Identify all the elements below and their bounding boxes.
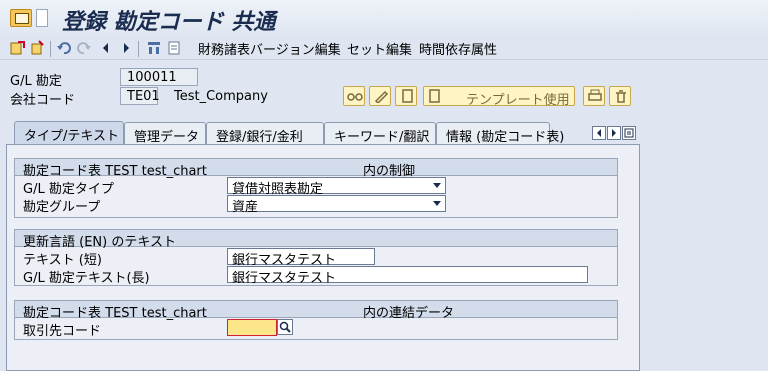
tab-label: 情報 (勘定コード表) (446, 130, 565, 145)
document-icon (429, 89, 440, 103)
glasses-icon (347, 93, 363, 101)
group-title-suffix: 内の連結データ (363, 306, 455, 321)
account-group-label: 勘定グループ (23, 200, 101, 215)
group-title: 更新言語 (EN) のテキスト (23, 235, 176, 250)
printer-icon (588, 89, 602, 101)
tab-scroll-left-icon[interactable] (592, 126, 606, 140)
redo-icon[interactable] (76, 40, 92, 56)
trading-partner-label: 取引先コード (23, 324, 102, 339)
other-object-icon[interactable] (30, 40, 46, 56)
next-icon[interactable] (118, 40, 134, 56)
create-button[interactable] (395, 86, 417, 106)
tab-create-bank-interest[interactable]: 登録/銀行/金利 (206, 122, 324, 145)
edit-button[interactable] (369, 86, 391, 106)
chevron-down-icon (433, 183, 441, 188)
document-icon[interactable] (166, 40, 182, 56)
edit-cost-button[interactable] (343, 86, 365, 106)
tab-label: タイプ/テキスト (24, 129, 119, 144)
delete-button[interactable] (609, 86, 631, 106)
search-icon (279, 321, 291, 333)
new-document-icon (402, 89, 413, 103)
tab-control-data[interactable]: 管理データ (124, 122, 206, 145)
gl-account-label: G/L 勘定 (10, 74, 62, 89)
gl-account-type-label: G/L 勘定タイプ (23, 182, 114, 197)
group-title: 勘定コード表 TEST test_chart (23, 306, 207, 321)
search-help-button[interactable] (277, 319, 293, 335)
trash-icon (616, 90, 626, 103)
chevron-down-icon (433, 201, 441, 206)
control-group: 勘定コード表 TEST test_chart 内の制御 G/L 勘定タイプ 貸借… (14, 158, 618, 218)
select-value: 資産 (232, 200, 259, 215)
tab-type-text[interactable]: タイプ/テキスト (14, 121, 124, 145)
short-text-input[interactable]: 銀行マスタテスト (227, 248, 375, 268)
page-title: 登録 勘定コード 共通 (62, 10, 276, 35)
short-text-label: テキスト (短) (23, 253, 102, 268)
app-menu-icon[interactable] (10, 9, 32, 27)
hierarchy-icon[interactable] (146, 40, 162, 56)
gl-account-field[interactable]: 100011 (120, 68, 198, 86)
tab-label: 管理データ (134, 130, 200, 145)
print-button[interactable] (583, 86, 605, 106)
display-change-icon[interactable] (10, 40, 26, 56)
template-use-label: テンプレート使用 (466, 93, 570, 108)
tab-keyword-translation[interactable]: キーワード/翻訳 (324, 122, 436, 145)
long-text-label: G/L 勘定テキスト(長) (23, 271, 150, 286)
text-group: 更新言語 (EN) のテキスト テキスト (短) 銀行マスタテスト G/L 勘定… (14, 229, 618, 286)
account-group-select[interactable]: 資産 (227, 195, 446, 215)
tab-scroll-right-icon[interactable] (607, 126, 621, 140)
menu-time-dependent[interactable]: 時間依存属性 (419, 39, 497, 58)
company-code-label: 会社コード (10, 93, 76, 108)
menu-fs-version-edit[interactable]: 財務諸表バージョン編集 (198, 39, 341, 58)
previous-icon[interactable] (98, 40, 114, 56)
long-text-input[interactable]: 銀行マスタテスト (227, 266, 588, 286)
tab-label: キーワード/翻訳 (334, 130, 430, 145)
tab-list-icon[interactable] (622, 126, 636, 140)
trading-partner-input[interactable] (227, 319, 277, 336)
template-use-button[interactable]: テンプレート使用 (423, 86, 575, 108)
company-code-field[interactable]: TE01 (120, 87, 160, 105)
pencil-icon (374, 90, 389, 103)
undo-icon[interactable] (56, 40, 72, 56)
tab-label: 登録/銀行/金利 (216, 130, 303, 145)
title-bar-marker-icon (36, 9, 48, 27)
gl-account-type-select[interactable]: 貸借対照表勘定 (227, 177, 446, 197)
group-title: 勘定コード表 TEST test_chart (23, 164, 207, 179)
company-name: Test_Company (174, 89, 268, 104)
menu-set-edit[interactable]: セット編集 (347, 39, 412, 58)
tab-info-chart[interactable]: 情報 (勘定コード表) (436, 122, 564, 145)
consolidation-group: 勘定コード表 TEST test_chart 内の連結データ 取引先コード (14, 300, 618, 340)
